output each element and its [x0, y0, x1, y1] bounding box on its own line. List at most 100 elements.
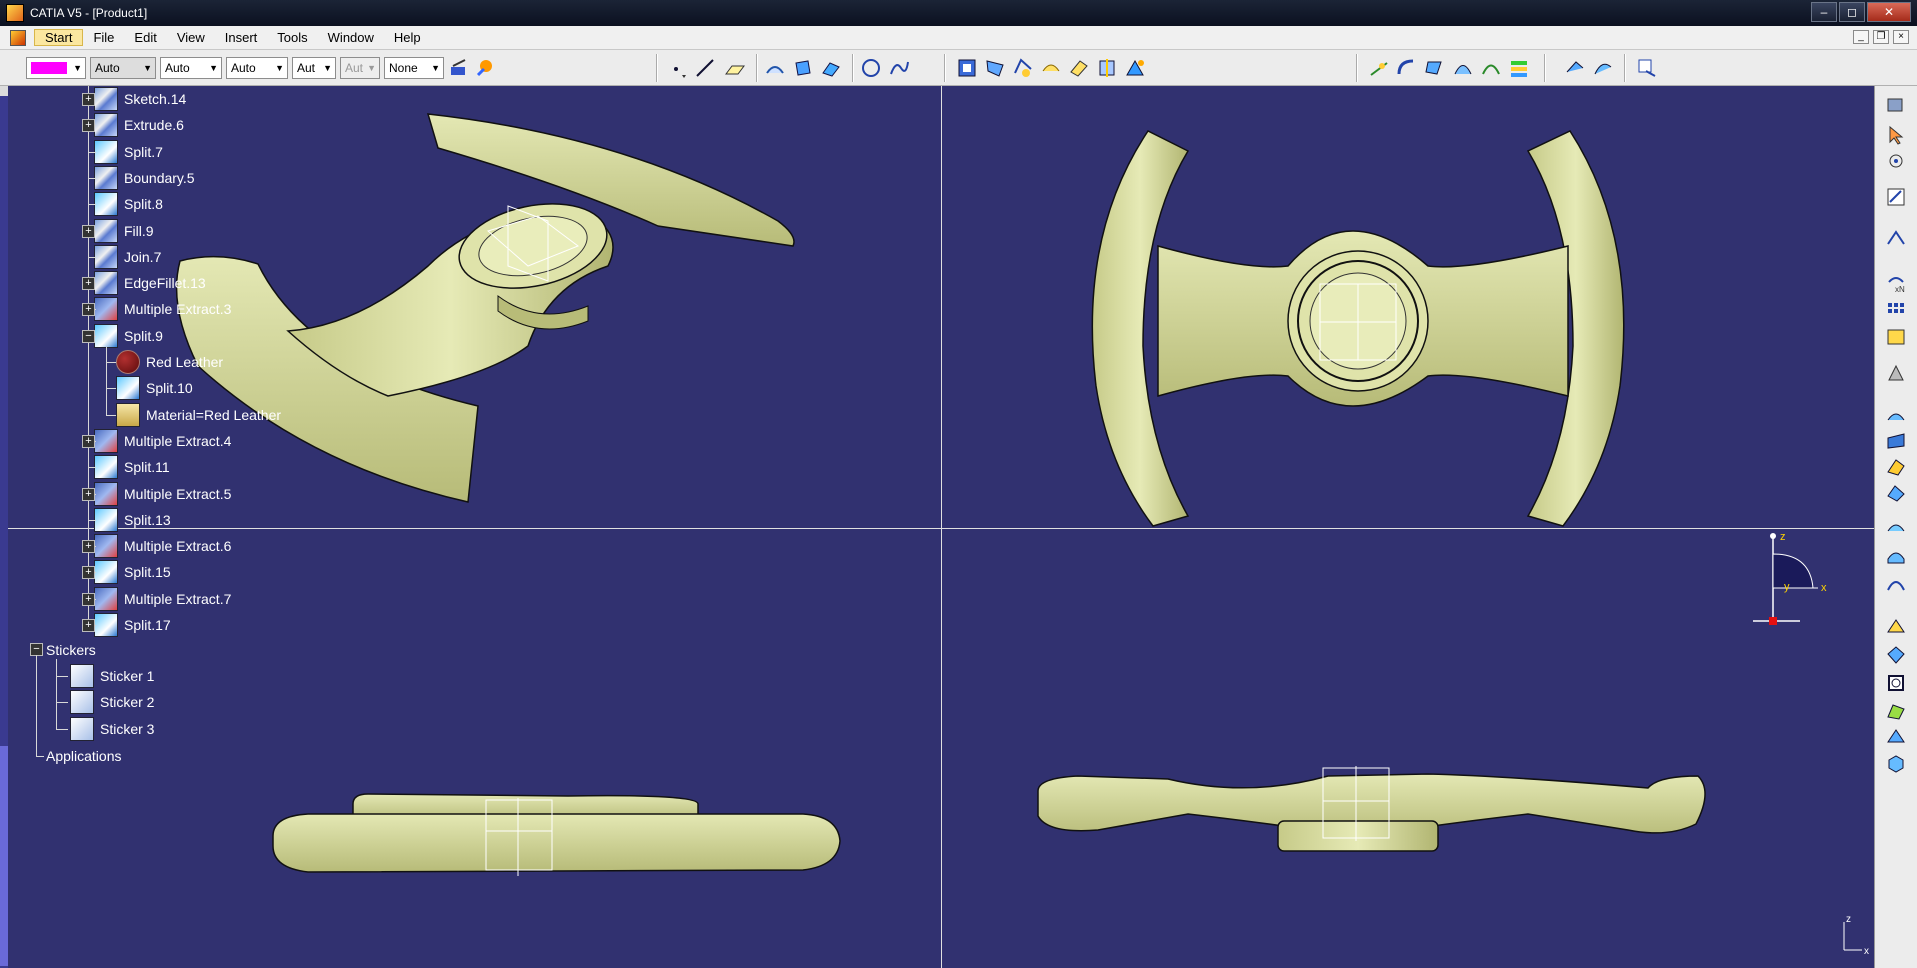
tree-expand-toggle[interactable]: +	[82, 277, 95, 291]
tree-node[interactable]: Sketch.14	[94, 87, 186, 111]
circle-icon[interactable]	[860, 57, 882, 79]
surface-icon-2[interactable]	[1885, 430, 1907, 452]
tree-node[interactable]: EdgeFillet.13	[94, 271, 206, 296]
surface-icon-13[interactable]	[1885, 752, 1907, 774]
scaling-icon[interactable]	[1508, 57, 1530, 79]
tree-expand-toggle[interactable]: +	[82, 434, 95, 448]
surface-icon-4[interactable]	[1885, 482, 1907, 504]
line-icon[interactable]	[694, 57, 716, 79]
surface-icon-12[interactable]	[1885, 726, 1907, 748]
knowledge-icon[interactable]	[1885, 362, 1907, 384]
tree-node[interactable]: Split.13	[94, 507, 171, 532]
join-icon[interactable]	[1040, 57, 1062, 79]
line-weight-dropdown[interactable]: Aut ▼	[292, 57, 336, 79]
point-icon[interactable]	[668, 57, 690, 79]
tree-node[interactable]: Red Leather	[116, 350, 223, 374]
sketch-icon[interactable]	[1885, 186, 1907, 208]
product-icon[interactable]	[1885, 94, 1907, 116]
tree-node-sticker[interactable]: Sticker 1	[70, 664, 154, 688]
fill-icon[interactable]	[956, 57, 978, 79]
tree-node[interactable]: Split.9	[94, 323, 163, 348]
catia-app-icon[interactable]	[6, 4, 24, 22]
menu-edit[interactable]: Edit	[124, 30, 166, 45]
tree-node[interactable]: Extrude.6	[94, 113, 184, 138]
tree-expand-toggle[interactable]: +	[82, 540, 95, 554]
menu-help[interactable]: Help	[384, 30, 431, 45]
tree-node[interactable]: Multiple Extract.7	[94, 586, 231, 611]
layer-dropdown[interactable]: None ▼	[384, 57, 444, 79]
menu-view[interactable]: View	[167, 30, 215, 45]
offset-icon[interactable]	[1012, 57, 1034, 79]
menu-start[interactable]: Start	[34, 29, 84, 46]
tree-node[interactable]: Split.11	[94, 455, 170, 480]
tree-node[interactable]: Material=Red Leather	[116, 402, 281, 427]
profile-icon[interactable]	[1885, 226, 1907, 248]
painter-icon[interactable]	[448, 57, 470, 79]
tree-node[interactable]: Split.8	[94, 192, 163, 217]
surface-icon-11[interactable]	[1885, 700, 1907, 722]
healing-icon[interactable]	[1068, 57, 1090, 79]
scroll-thumb[interactable]	[0, 746, 8, 966]
doc-close-button[interactable]: ×	[1893, 30, 1909, 44]
tree-node[interactable]: Split.7	[94, 139, 163, 164]
tree-node-sticker[interactable]: Sticker 2	[70, 690, 154, 715]
surface-icon-9[interactable]	[1885, 644, 1907, 666]
tree-node[interactable]: Boundary.5	[94, 165, 195, 190]
tree-expand-toggle[interactable]: +	[82, 619, 95, 632]
revolve-icon[interactable]	[792, 57, 814, 79]
surface-icon-3[interactable]	[1885, 456, 1907, 478]
tree-node[interactable]: Split.17	[94, 613, 171, 637]
analysis-icon[interactable]	[1564, 57, 1586, 79]
close-button[interactable]: ✕	[1867, 2, 1911, 22]
menu-file[interactable]: File	[83, 30, 124, 45]
pattern-icon[interactable]	[1885, 300, 1907, 322]
doc-restore-button[interactable]: ❐	[1873, 30, 1889, 44]
tree-node[interactable]: Split.15	[94, 560, 171, 585]
tree-node[interactable]: Multiple Extract.6	[94, 534, 231, 559]
compass-icon[interactable]: z y x	[1728, 526, 1848, 626]
translate-icon[interactable]	[1424, 57, 1446, 79]
minimize-button[interactable]: ‒	[1811, 2, 1837, 22]
surface-icon-5[interactable]	[1885, 516, 1907, 538]
tree-expand-toggle[interactable]: +	[82, 592, 95, 606]
scroll-up-arrow[interactable]	[0, 86, 8, 96]
layer-type-dropdown[interactable]: Aut ▼	[340, 57, 380, 79]
catalog-icon[interactable]	[1885, 326, 1907, 348]
snap-icon[interactable]	[1885, 150, 1907, 172]
repeat-icon[interactable]: xN	[1885, 272, 1907, 294]
tree-expand-toggle[interactable]: +	[82, 303, 95, 317]
tree-expand-toggle[interactable]: +	[82, 487, 95, 501]
extrude-icon[interactable]	[764, 57, 786, 79]
spline-icon[interactable]	[888, 57, 910, 79]
vertical-scrollbar[interactable]	[0, 86, 8, 968]
surface-icon-7[interactable]	[1885, 572, 1907, 594]
tree-node-sticker[interactable]: Sticker 3	[70, 716, 154, 741]
tree-node-stickers[interactable]: Stickers	[46, 639, 96, 661]
document-icon[interactable]	[10, 29, 26, 46]
point-type-dropdown[interactable]: Auto ▼	[226, 57, 288, 79]
tree-node[interactable]: Multiple Extract.4	[94, 428, 231, 453]
tree-expand-toggle[interactable]: +	[82, 119, 95, 133]
menu-tools[interactable]: Tools	[267, 30, 317, 45]
measure-icon[interactable]	[1636, 57, 1658, 79]
tree-node[interactable]: Multiple Extract.3	[94, 297, 231, 322]
draft-analysis-icon[interactable]	[1592, 57, 1614, 79]
fillet-icon[interactable]	[1396, 57, 1418, 79]
surface-icon-6[interactable]	[1885, 544, 1907, 566]
doc-minimize-button[interactable]: _	[1853, 30, 1869, 44]
split-tool-icon[interactable]	[1096, 57, 1118, 79]
tree-node[interactable]: Multiple Extract.5	[94, 481, 231, 506]
surface-icon-8[interactable]	[1885, 616, 1907, 638]
tree-node[interactable]: Split.10	[116, 376, 193, 401]
properties-icon[interactable]	[474, 57, 496, 79]
trim-icon[interactable]	[1124, 57, 1146, 79]
menu-window[interactable]: Window	[318, 30, 384, 45]
line-thickness-dropdown[interactable]: Auto ▼	[160, 57, 222, 79]
tree-node[interactable]: Join.7	[94, 244, 161, 269]
select-icon[interactable]	[1885, 124, 1907, 146]
blend-icon[interactable]	[984, 57, 1006, 79]
3d-viewport[interactable]: Sketch.14 + Extrude.6 + Split.7 Boundary.5 Spl…	[8, 86, 1874, 968]
extract-icon[interactable]	[1368, 57, 1390, 79]
tree-expand-toggle[interactable]: +	[82, 93, 95, 106]
surface-icon-10[interactable]	[1885, 672, 1907, 694]
